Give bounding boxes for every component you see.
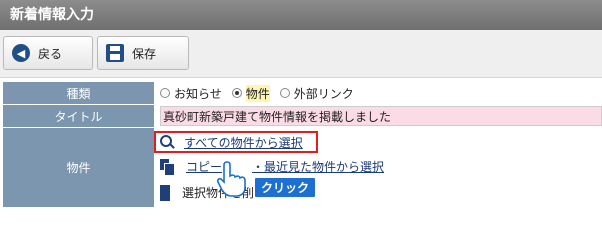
radio-notice-label[interactable]: お知らせ: [174, 85, 222, 102]
copy-recent-action[interactable]: コピー ・最近見た物件から選択: [160, 158, 384, 176]
save-button-label: 保存: [132, 46, 157, 61]
radio-notice[interactable]: [160, 88, 170, 98]
save-button[interactable]: 保存: [97, 36, 189, 70]
click-annotation-badge: クリック: [253, 176, 318, 199]
type-options: お知らせ 物件 外部リンク: [154, 82, 602, 105]
toolbar: ◀ 戻る 保存: [0, 30, 602, 78]
select-all-properties-action[interactable]: すべての物件から選択: [154, 131, 318, 153]
trash-icon: [160, 184, 170, 201]
search-icon: [160, 135, 174, 149]
page-title: 新着情報入力: [0, 0, 602, 30]
back-button[interactable]: ◀ 戻る: [3, 36, 93, 70]
type-label: 種類: [3, 82, 154, 105]
radio-external-link-label[interactable]: 外部リンク: [294, 85, 354, 102]
radio-property[interactable]: [231, 88, 242, 98]
back-button-label: 戻る: [38, 46, 63, 61]
floppy-disk-icon: [106, 44, 124, 62]
title-input[interactable]: 真砂町新築戸建て物件情報を掲載しました: [160, 106, 602, 126]
hand-pointer-icon: [216, 161, 246, 197]
select-all-properties-link[interactable]: すべての物件から選択: [184, 134, 303, 151]
title-label: タイトル: [3, 104, 154, 128]
radio-external-link[interactable]: [279, 88, 290, 98]
property-label: 物件: [3, 127, 154, 208]
back-arrow-icon: ◀: [12, 44, 30, 62]
delete-selected-action[interactable]: 選択物件を削除: [160, 184, 266, 201]
radio-property-label[interactable]: 物件: [245, 84, 270, 102]
copy-icon: [160, 159, 175, 176]
